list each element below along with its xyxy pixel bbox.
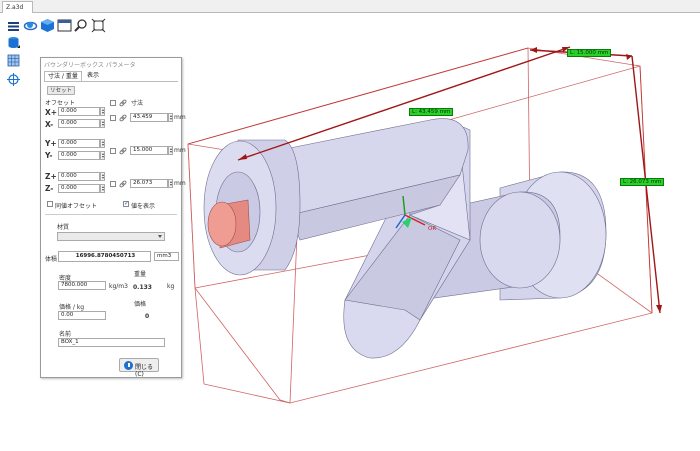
window-icon[interactable] [57, 18, 72, 33]
layers-icon[interactable] [7, 36, 20, 50]
tab-display[interactable]: 表示 [84, 71, 103, 81]
volume-label: 体積 [45, 256, 58, 263]
cube-view-icon[interactable] [40, 18, 55, 33]
volume-unit-select[interactable]: mm3 [154, 252, 179, 261]
z-plus-label: Z+ [45, 172, 57, 181]
z-plus-spinner[interactable] [100, 172, 105, 181]
height-dimension-label: L: 26.073 mm [620, 178, 665, 186]
tab-divider [44, 81, 178, 82]
x-size-checkbox[interactable] [110, 115, 116, 121]
z-minus-label: Z- [45, 184, 54, 193]
weight-label: 重量 [134, 271, 147, 278]
size-x-input[interactable]: 43.459 [130, 113, 168, 122]
x-plus-spinner[interactable] [100, 107, 105, 116]
svg-text:OR: OR [428, 226, 436, 232]
weight-value: 0.133 [133, 284, 152, 291]
x-minus-spinner[interactable] [100, 119, 105, 128]
x-minus-input[interactable]: 0.000 [58, 119, 100, 128]
power-icon [124, 361, 133, 370]
x-plus-input[interactable]: 0.000 [58, 107, 100, 116]
panel-title: バウンダリーボックス パラメータ [44, 62, 136, 69]
material-label: 材質 [57, 224, 70, 231]
density-input[interactable]: 7800.000 [58, 281, 106, 290]
tab-size-weight[interactable]: 寸法 / 重量 [44, 71, 82, 81]
price-per-kg-label: 価格 / kg [59, 304, 85, 311]
weight-unit: kg [167, 283, 175, 290]
reset-button[interactable]: リセット [47, 86, 75, 95]
x-link-checkbox[interactable] [110, 100, 116, 106]
material-select[interactable] [57, 232, 165, 241]
length-dimension-label: L: 43.459 mm [409, 108, 454, 116]
y-link-checkbox[interactable] [110, 148, 116, 154]
size-x-spinner[interactable] [168, 113, 173, 122]
size-y-unit: mm [174, 147, 186, 154]
z-minus-spinner[interactable] [100, 184, 105, 193]
size-z-unit: mm [174, 180, 186, 187]
volume-value: 16996.8780450713 [58, 251, 151, 262]
size-z-input[interactable]: 26.073 [130, 179, 168, 188]
zoom-icon[interactable] [74, 18, 89, 33]
density-unit: kg/m3 [109, 283, 128, 290]
price-per-kg-input[interactable]: 0.00 [58, 311, 106, 320]
z-link-checkbox[interactable] [110, 181, 116, 187]
fit-icon[interactable] [91, 18, 106, 33]
show-values-checkbox[interactable] [123, 200, 129, 207]
offset-label: オフセット [45, 100, 76, 107]
y-plus-spinner[interactable] [100, 139, 105, 148]
link-icon [119, 99, 127, 107]
chevron-down-icon [158, 235, 162, 238]
grid-icon[interactable] [7, 54, 20, 67]
link-icon [119, 147, 127, 155]
name-label: 名前 [59, 331, 72, 338]
width-dimension-label: L: 15.000 mm [567, 49, 612, 57]
x-plus-label: X+ [45, 108, 58, 117]
z-minus-input[interactable]: 0.000 [58, 184, 100, 193]
close-button[interactable]: 閉じる(C) [119, 358, 159, 378]
y-plus-input[interactable]: 0.000 [58, 139, 100, 148]
menu-icon[interactable] [7, 20, 20, 33]
name-input[interactable]: BOX_1 [58, 338, 165, 347]
y-plus-label: Y+ [45, 139, 57, 148]
y-minus-label: Y- [45, 151, 53, 160]
left-flange [207, 199, 251, 249]
link-icon [119, 180, 127, 188]
tab-bar: Z.a3d [0, 0, 700, 13]
y-minus-spinner[interactable] [100, 151, 105, 160]
show-values-label: 値を表示 [131, 203, 156, 210]
same-offset-checkbox[interactable] [47, 201, 53, 207]
price-value: 0 [145, 313, 150, 320]
same-offset-label: 同値オフセット [55, 203, 98, 210]
x-minus-label: X- [45, 120, 54, 129]
crosshair-icon[interactable] [7, 73, 20, 86]
size-y-spinner[interactable] [168, 146, 173, 155]
document-tab[interactable]: Z.a3d [2, 1, 33, 13]
size-x-unit: mm [174, 114, 186, 121]
size-label: 寸法 [131, 100, 144, 107]
size-z-spinner[interactable] [168, 179, 173, 188]
link-icon [119, 114, 127, 122]
close-button-label: 閉じる(C) [135, 364, 154, 378]
price-label: 価格 [134, 301, 147, 308]
size-y-input[interactable]: 15.000 [130, 146, 168, 155]
z-plus-input[interactable]: 0.000 [58, 172, 100, 181]
divider [45, 214, 177, 215]
bounding-box-parameters-panel: バウンダリーボックス パラメータ 寸法 / 重量 表示 リセット オフセット 寸… [40, 57, 186, 378]
orbit-icon[interactable] [23, 18, 38, 33]
y-minus-input[interactable]: 0.000 [58, 151, 100, 160]
